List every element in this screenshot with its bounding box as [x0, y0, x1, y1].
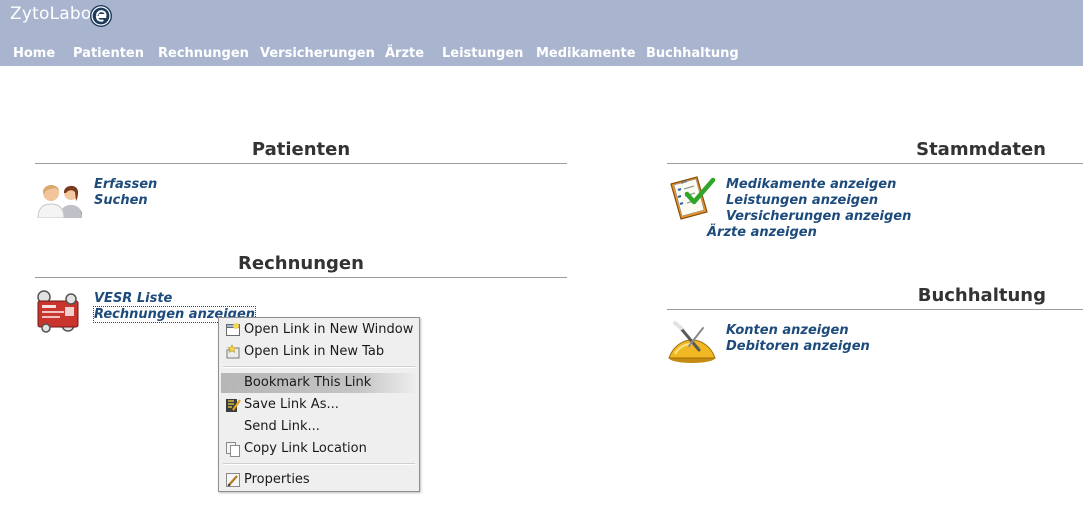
menu-separator: [223, 463, 415, 465]
patients-icon: [37, 185, 82, 218]
menu-item-label: Open Link in New Tab: [244, 344, 385, 359]
nav-patienten[interactable]: Patienten: [73, 46, 144, 61]
link-leistungen-anzeigen[interactable]: Leistungen anzeigen: [726, 193, 878, 208]
logo-e-icon: [90, 5, 112, 27]
section-title-patienten: Patienten: [251, 139, 351, 160]
link-versicherungen-anzeigen[interactable]: Versicherungen anzeigen: [726, 209, 911, 224]
link-erfassen[interactable]: Erfassen: [94, 177, 157, 192]
link-context-menu: Open Link in New Window Open Link in New…: [218, 317, 420, 492]
accounting-icon: [668, 321, 716, 363]
new-tab-icon: [226, 344, 240, 359]
menu-item-open-new-tab[interactable]: Open Link in New Tab: [221, 342, 417, 362]
menu-item-save-link-as[interactable]: Save Link As...: [221, 395, 417, 415]
menu-separator: [223, 366, 415, 368]
invoice-icon: [37, 290, 79, 333]
save-icon: [226, 399, 241, 412]
properties-icon: [226, 473, 240, 487]
menu-item-bookmark-link[interactable]: Bookmark This Link: [221, 373, 417, 393]
menu-item-label: Send Link...: [244, 419, 320, 434]
menu-item-copy-link-location[interactable]: Copy Link Location: [221, 439, 417, 459]
menu-item-open-new-window[interactable]: Open Link in New Window: [221, 320, 417, 340]
link-aerzte-anzeigen[interactable]: Ärzte anzeigen: [707, 225, 817, 240]
link-medikamente-anzeigen[interactable]: Medikamente anzeigen: [726, 177, 896, 192]
link-vesr-liste[interactable]: VESR Liste: [94, 291, 172, 306]
menu-item-label: Save Link As...: [244, 397, 339, 412]
section-divider: [35, 277, 567, 278]
copy-icon: [226, 442, 240, 457]
checklist-icon: [670, 176, 715, 220]
nav-buchhaltung[interactable]: Buchhaltung: [646, 46, 739, 61]
menu-item-label: Properties: [244, 472, 310, 487]
app-header: ZytoLabor Home Patienten Rechnungen Vers…: [0, 0, 1083, 66]
menu-item-properties[interactable]: Properties: [221, 470, 417, 490]
menu-item-label: Bookmark This Link: [244, 375, 372, 390]
section-divider: [35, 163, 567, 164]
nav-leistungen[interactable]: Leistungen: [442, 46, 523, 61]
link-konten-anzeigen[interactable]: Konten anzeigen: [726, 323, 849, 338]
new-window-icon: [226, 323, 240, 336]
menu-item-send-link[interactable]: Send Link...: [221, 417, 417, 437]
section-title-buchhaltung: Buchhaltung: [917, 285, 1046, 306]
section-title-stammdaten: Stammdaten: [916, 139, 1046, 160]
nav-home[interactable]: Home: [13, 46, 55, 61]
section-divider: [667, 163, 1083, 164]
section-divider: [667, 309, 1083, 310]
nav-medikamente[interactable]: Medikamente: [536, 46, 636, 61]
section-title-rechnungen: Rechnungen: [238, 253, 364, 274]
app-logo-text: ZytoLabor: [10, 4, 99, 24]
nav-versicherungen[interactable]: Versicherungen: [260, 46, 375, 61]
nav-aerzte[interactable]: Ärzte: [385, 46, 424, 61]
menu-item-label: Open Link in New Window: [244, 322, 414, 337]
menu-item-label: Copy Link Location: [244, 441, 367, 456]
link-debitoren-anzeigen[interactable]: Debitoren anzeigen: [726, 339, 870, 354]
link-suchen[interactable]: Suchen: [94, 193, 148, 208]
nav-rechnungen[interactable]: Rechnungen: [158, 46, 249, 61]
